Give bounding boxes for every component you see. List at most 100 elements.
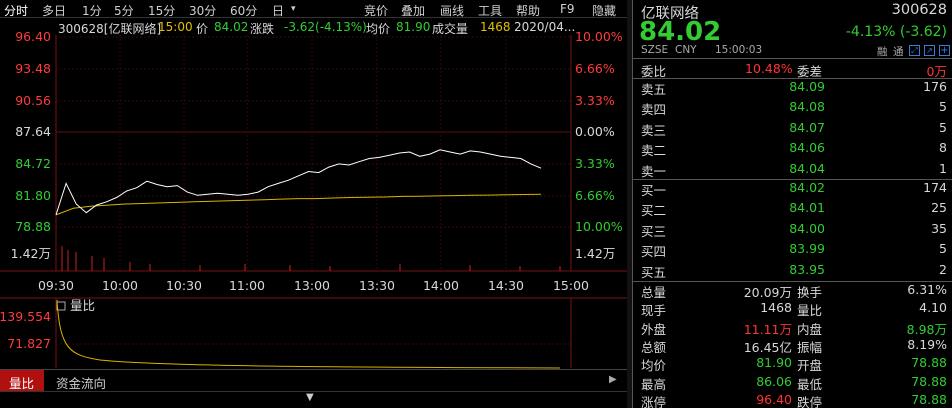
y-right-tick: 3.33% bbox=[575, 156, 615, 171]
hide-button[interactable]: 隐藏 bbox=[592, 2, 616, 19]
bid-level-row[interactable]: 买三 84.00 35 bbox=[633, 219, 952, 239]
help-button[interactable]: 帮助 bbox=[516, 2, 540, 19]
y-left-tick: 81.80 bbox=[15, 188, 51, 203]
bid-level-row[interactable]: 买五 83.95 2 bbox=[633, 260, 952, 280]
level-label: 买五 bbox=[641, 264, 667, 280]
y-right-tick: 3.33% bbox=[575, 93, 615, 108]
volume-value: 1468 bbox=[480, 20, 511, 34]
date-value: 2020/04... bbox=[514, 20, 576, 34]
ask-level-row[interactable]: 卖一 84.04 1 bbox=[633, 159, 952, 179]
ask-level-row[interactable]: 卖四 84.08 5 bbox=[633, 97, 952, 117]
ask-level-row[interactable]: 卖三 84.07 5 bbox=[633, 118, 952, 138]
level-volume: 5 bbox=[939, 99, 947, 115]
x-tick: 14:30 bbox=[488, 278, 524, 293]
bid-level-row[interactable]: 买四 83.99 5 bbox=[633, 239, 952, 259]
level-label: 买三 bbox=[641, 223, 667, 239]
level-label: 买四 bbox=[641, 244, 667, 260]
overlay-button[interactable]: 叠加 bbox=[401, 2, 425, 19]
level-price: 84.08 bbox=[789, 99, 825, 115]
y-right-tick: 1.42万 bbox=[575, 246, 615, 261]
stats-row[interactable]: 总量 20.09万 换手 6.31% bbox=[633, 280, 952, 300]
draw-line-button[interactable]: 画线 bbox=[440, 2, 464, 19]
x-tick: 15:00 bbox=[553, 278, 589, 293]
level-price: 83.95 bbox=[789, 261, 825, 277]
volume-label: 成交量 bbox=[432, 22, 469, 36]
currency: CNY bbox=[675, 44, 697, 56]
tab-daily[interactable]: 日 bbox=[272, 2, 284, 19]
stat-value: 6.31% bbox=[907, 282, 947, 297]
level-volume: 174 bbox=[923, 180, 947, 195]
bid-level-row[interactable]: 买一 84.02 174 bbox=[633, 178, 952, 198]
level-label: 买二 bbox=[641, 203, 667, 219]
ask-level-row[interactable]: 卖二 84.06 8 bbox=[633, 138, 952, 158]
tab-15min[interactable]: 15分 bbox=[148, 2, 175, 19]
stats-row[interactable]: 最高 86.06 最低 78.88 bbox=[633, 372, 952, 392]
weibi-value: 10.48% bbox=[745, 61, 793, 76]
tab-5min[interactable]: 5分 bbox=[114, 2, 134, 19]
level-label: 买一 bbox=[641, 183, 667, 198]
tab-multi-day[interactable]: 多日 bbox=[42, 2, 66, 19]
tab-30min[interactable]: 30分 bbox=[189, 2, 216, 19]
margin-flag: 融 bbox=[877, 46, 888, 58]
f9-button[interactable]: F9 bbox=[560, 2, 575, 16]
add-watchlist-icon[interactable]: + bbox=[939, 45, 950, 56]
subchart-tick: 139.554 bbox=[0, 309, 51, 324]
period-dropdown-icon[interactable]: ▾ bbox=[291, 4, 296, 14]
chart-toolbar: 分时 多日 1分 5分 15分 30分 60分 日 ▾ 竞价 叠加 画线 工具 … bbox=[0, 0, 627, 18]
stock-code: 300628 bbox=[891, 2, 947, 18]
y-left-tick: 93.48 bbox=[15, 61, 51, 76]
stat-value: 86.06 bbox=[756, 373, 792, 389]
stats-row[interactable]: 涨停 96.40 跌停 78.88 bbox=[633, 390, 952, 408]
change-percent: -4.13% (-3.62) bbox=[845, 24, 947, 40]
stat-value: 96.40 bbox=[756, 391, 792, 407]
change-label: 涨跌 bbox=[250, 22, 275, 36]
stats-row[interactable]: 均价 81.90 开盘 78.88 bbox=[633, 353, 952, 373]
level-label: 卖一 bbox=[641, 163, 667, 179]
link-icon[interactable]: ⤢ bbox=[909, 45, 920, 56]
y-left-tick: 1.42万 bbox=[11, 246, 51, 261]
stat-value: 81.90 bbox=[756, 355, 792, 371]
quote-time: 15:00:03 bbox=[715, 44, 763, 56]
tab-60min[interactable]: 60分 bbox=[230, 2, 257, 19]
bid-level-row[interactable]: 买二 84.01 25 bbox=[633, 198, 952, 218]
y-right-tick: 0.00% bbox=[575, 124, 615, 139]
status-strip: ▼ bbox=[0, 391, 627, 408]
price-value: 84.02 bbox=[214, 20, 249, 34]
level-volume: 2 bbox=[939, 261, 947, 277]
volume-ratio-line bbox=[56, 299, 561, 369]
x-tick: 10:00 bbox=[102, 278, 138, 293]
y-left-tick: 84.72 bbox=[15, 156, 51, 171]
stat-value: 8.19% bbox=[907, 336, 947, 352]
level-price: 84.02 bbox=[789, 180, 825, 195]
tab-volume-ratio[interactable]: 量比 bbox=[0, 370, 44, 391]
tab-intraday[interactable]: 分时 bbox=[4, 2, 28, 19]
tab-1min[interactable]: 1分 bbox=[82, 2, 102, 19]
tab-capital-flow[interactable]: 资金流向 bbox=[56, 373, 106, 392]
y-right-tick: 6.66% bbox=[575, 188, 615, 203]
stat-value: 78.88 bbox=[911, 373, 947, 389]
ask-level-row[interactable]: 卖五 84.09 176 bbox=[633, 77, 952, 97]
intraday-chart-panel: 96.40 10.00% 93.48 6.66% 90.56 3.33% 87.64 0.00… bbox=[0, 0, 627, 408]
auction-button[interactable]: 竞价 bbox=[364, 2, 388, 19]
collapse-down-icon[interactable]: ▼ bbox=[306, 392, 314, 403]
x-tick: 13:00 bbox=[294, 278, 330, 293]
y-right-tick: 10.00% bbox=[575, 219, 623, 234]
subchart-label: 量比 bbox=[70, 298, 95, 313]
level-volume: 5 bbox=[939, 241, 947, 257]
detail-icon[interactable]: ↗ bbox=[924, 45, 935, 56]
avg-label: 均价 bbox=[366, 22, 391, 36]
stats-row[interactable]: 外盘 11.11万 内盘 8.98万 bbox=[633, 317, 952, 337]
order-ratio-row: 委比 10.48% 委差 0万 bbox=[633, 59, 952, 79]
stat-value: 4.10 bbox=[919, 300, 947, 316]
intraday-chart[interactable]: 96.40 10.00%93.48 6.66%90.56 3.33%87.64 0.00… bbox=[0, 0, 627, 408]
stats-row[interactable]: 现手 1468 量比 4.10 bbox=[633, 298, 952, 318]
stats-row[interactable]: 总额 16.45亿 振幅 8.19% bbox=[633, 335, 952, 355]
scroll-right-icon[interactable]: ▶ bbox=[609, 374, 617, 385]
level-label: 卖四 bbox=[641, 102, 667, 118]
exchange: SZSE bbox=[641, 44, 669, 56]
cursor-time: 15:00 bbox=[158, 20, 193, 34]
subchart-tick: 71.827 bbox=[7, 336, 51, 351]
tools-button[interactable]: 工具 bbox=[478, 2, 502, 19]
price-line bbox=[55, 149, 542, 216]
chart-info-line: 300628[亿联网络] 15:00 价 84.02 涨跌 -3.62(-4.1… bbox=[0, 18, 627, 36]
